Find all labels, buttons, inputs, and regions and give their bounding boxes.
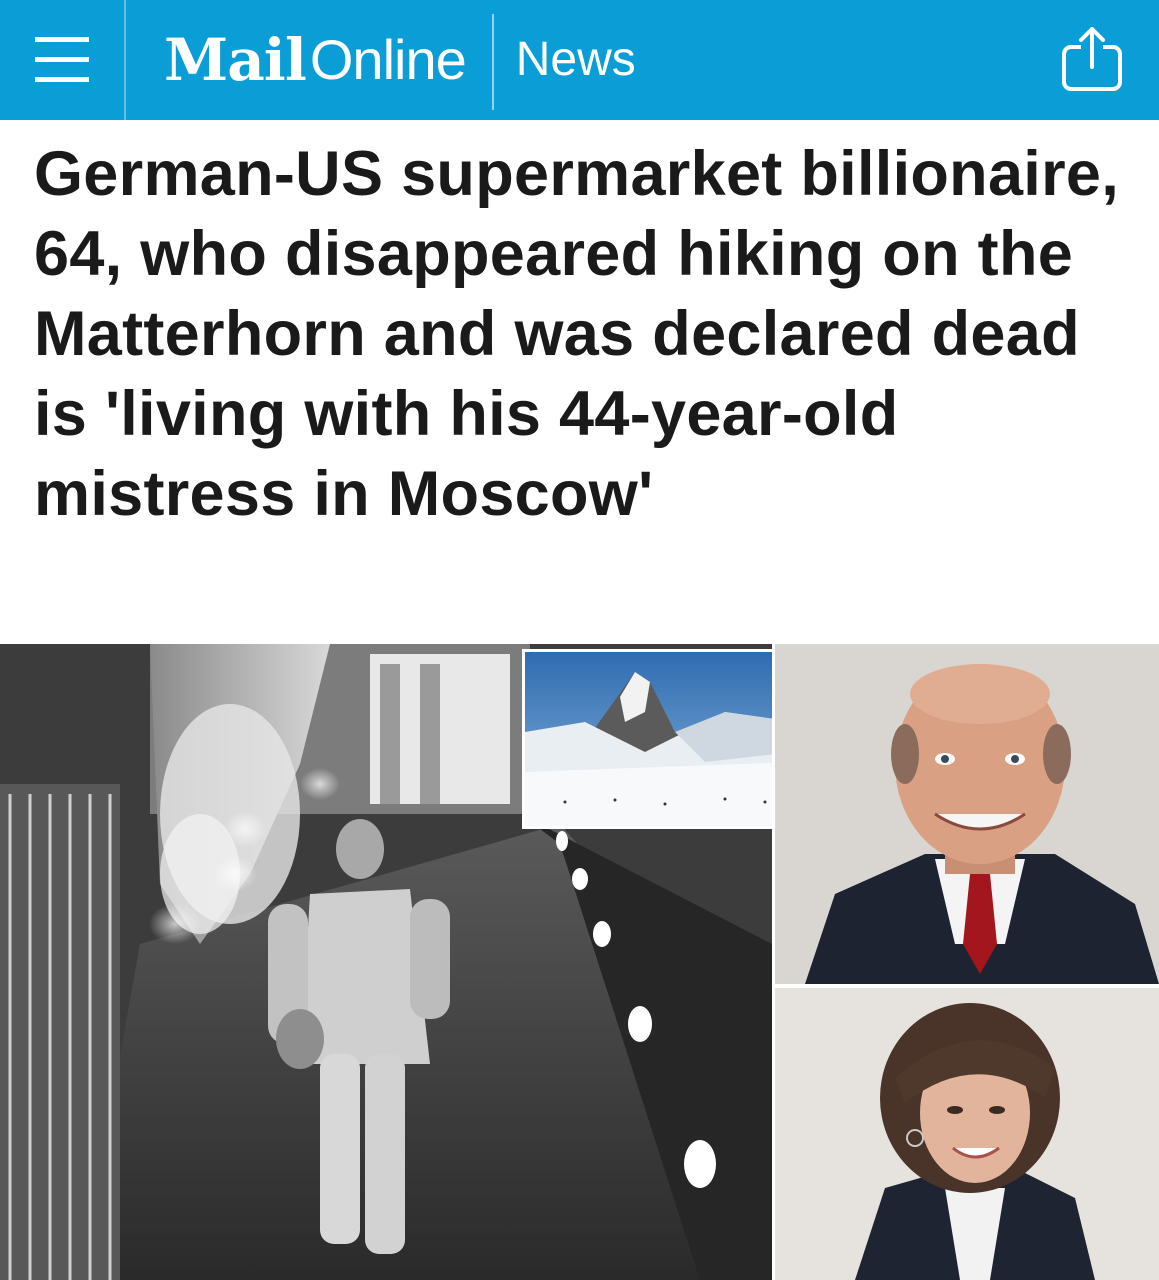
article-page: Mail Online News German-US supermarket b… bbox=[0, 0, 1159, 1280]
share-button[interactable] bbox=[1059, 25, 1125, 93]
menu-button[interactable] bbox=[0, 0, 126, 120]
header-divider bbox=[491, 14, 494, 110]
site-logo[interactable]: Mail Online bbox=[164, 0, 467, 120]
logo-online: Online bbox=[309, 28, 467, 91]
share-icon bbox=[1062, 27, 1122, 91]
matterhorn-photo bbox=[522, 649, 798, 829]
woman-portrait bbox=[775, 988, 1159, 1280]
top-bar: Mail Online News bbox=[0, 0, 1159, 120]
section-news-link[interactable]: News bbox=[516, 36, 636, 84]
hamburger-menu-icon bbox=[35, 37, 89, 82]
logo-mail: Mail bbox=[164, 26, 307, 94]
lead-image-collage[interactable] bbox=[0, 644, 1159, 1280]
article-headline: German-US supermarket billionaire, 64, w… bbox=[34, 139, 1120, 529]
man-portrait bbox=[775, 644, 1159, 984]
